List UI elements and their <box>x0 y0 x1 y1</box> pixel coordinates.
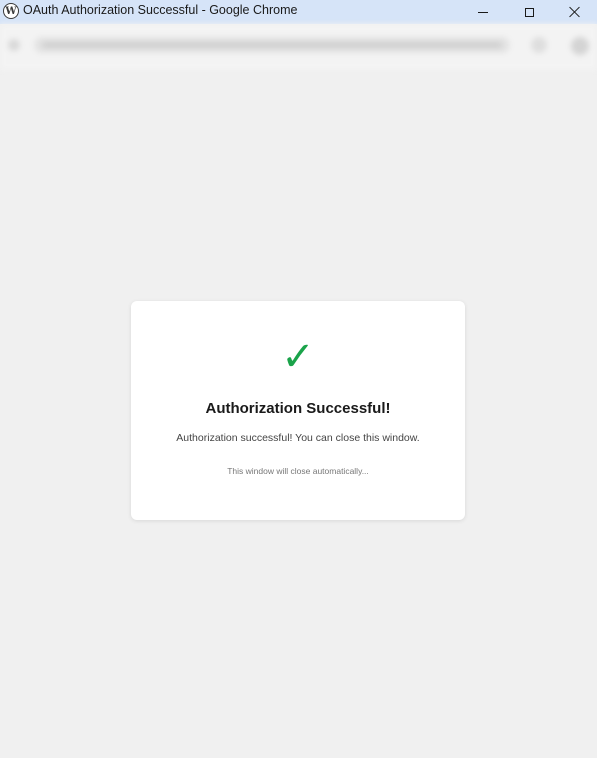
minimize-icon <box>478 11 488 13</box>
wordpress-logo-icon: W <box>3 3 19 19</box>
address-bar[interactable] <box>34 37 510 53</box>
title-bar: W OAuth Authorization Successful - Googl… <box>0 0 597 24</box>
profile-avatar[interactable] <box>571 37 589 55</box>
maximize-button[interactable] <box>506 0 552 24</box>
window-title: OAuth Authorization Successful - Google … <box>23 3 298 17</box>
browser-toolbar-blurred <box>0 24 597 70</box>
success-title: Authorization Successful! <box>205 400 391 417</box>
checkmark-icon: ✓ <box>281 334 315 380</box>
close-icon <box>568 6 580 18</box>
close-button[interactable] <box>551 0 597 24</box>
address-bar-text-blurred <box>42 42 502 48</box>
success-card: ✓ Authorization Successful! Authorizatio… <box>131 301 465 520</box>
maximize-icon <box>524 7 534 17</box>
browser-window: W OAuth Authorization Successful - Googl… <box>0 0 597 758</box>
extension-icon[interactable] <box>531 37 547 53</box>
auto-close-note: This window will close automatically... <box>227 466 369 476</box>
success-message: Authorization successful! You can close … <box>176 432 420 444</box>
minimize-button[interactable] <box>460 0 506 24</box>
back-icon[interactable] <box>8 39 20 51</box>
